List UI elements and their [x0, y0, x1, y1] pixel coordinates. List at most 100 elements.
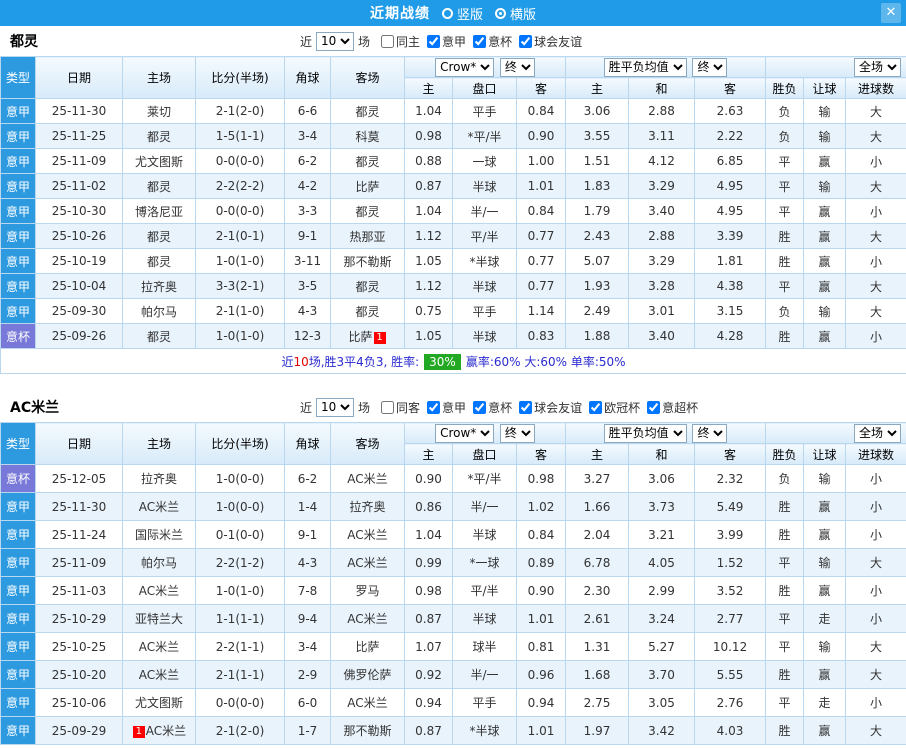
match-row: 意甲 25-11-24 国际米兰 0-1(0-0) 9-1 AC米兰 1.04 半球 0.84 2… — [0, 520, 906, 549]
result-goals: 小 — [845, 248, 906, 274]
filter-option[interactable]: 同主 — [381, 33, 420, 50]
filter-option[interactable]: 意超杯 — [647, 399, 698, 416]
filter-option[interactable]: 意甲 — [427, 33, 466, 50]
match-date: 25-11-25 — [35, 123, 123, 149]
result-goals: 小 — [845, 198, 906, 224]
filter-checkbox[interactable] — [381, 400, 395, 414]
europe-draw-odds: 3.70 — [628, 660, 696, 689]
filter-option[interactable]: 球会友谊 — [519, 399, 582, 416]
europe-draw-odds: 3.29 — [628, 248, 696, 274]
score: 2-1(2-0) — [195, 716, 285, 745]
league-badge: 意甲 — [0, 248, 36, 274]
result-handicap: 赢 — [803, 198, 847, 224]
asia-home-odds: 0.90 — [404, 464, 453, 493]
europe-away-odds: 2.63 — [694, 98, 767, 124]
asia-away-odds: 1.00 — [515, 148, 567, 174]
filter-checkbox[interactable] — [473, 34, 487, 48]
europe-draw-odds: 3.29 — [628, 173, 696, 199]
europe-odds-select[interactable]: 胜平负均值 — [603, 423, 687, 443]
filter-option[interactable]: 同客 — [381, 399, 420, 416]
corners: 3-4 — [284, 123, 331, 149]
team-label: 亚特兰大 — [134, 612, 183, 626]
corners: 6-2 — [284, 464, 331, 493]
filter-checkbox[interactable] — [589, 400, 603, 414]
europe-draw-odds: 5.27 — [628, 632, 696, 661]
filter-checkbox[interactable] — [647, 400, 661, 414]
match-date: 25-11-02 — [35, 173, 123, 199]
europe-odds-select[interactable]: 胜平负均值 — [603, 57, 687, 77]
match-count-select[interactable]: 10 — [316, 397, 355, 417]
league-badge: 意甲 — [0, 548, 36, 577]
result-goals: 大 — [845, 632, 906, 661]
filter-option[interactable]: 意杯 — [473, 399, 512, 416]
asia-away-odds: 1.01 — [515, 604, 567, 633]
match-date: 25-11-30 — [35, 492, 123, 521]
corners: 9-4 — [284, 604, 331, 633]
europe-away-odds: 1.52 — [694, 548, 767, 577]
close-icon[interactable]: ✕ — [881, 3, 901, 23]
asia-handicap: 平手 — [452, 98, 517, 124]
radio-unselected-icon[interactable] — [441, 7, 453, 19]
result-wdl: 负 — [765, 123, 805, 149]
corners: 9-1 — [284, 223, 331, 249]
filter-checkbox[interactable] — [427, 400, 441, 414]
summary-prefix: 近 — [281, 354, 294, 369]
filter-label: 意杯 — [488, 400, 513, 415]
scope-select[interactable]: 全场 — [854, 57, 902, 77]
odds-company-select[interactable]: Crow* — [435, 57, 495, 77]
filter-option[interactable]: 球会友谊 — [519, 33, 582, 50]
asia-away-odds: 0.84 — [515, 98, 567, 124]
result-goals: 大 — [845, 98, 906, 124]
radio-selected-icon[interactable] — [495, 7, 506, 19]
filters-bar: 近 10 场 同客 意甲 意杯 球会友谊 欧冠杯 意超杯 — [300, 397, 698, 417]
team-label: 拉齐奥 — [140, 472, 177, 486]
asia-handicap: 半球 — [452, 173, 517, 199]
filter-checkbox[interactable] — [427, 34, 441, 48]
match-count-select[interactable]: 10 — [316, 31, 355, 51]
team-label: 比萨 — [348, 329, 373, 344]
col-away: 客场 — [330, 422, 405, 465]
europe-away-odds: 3.39 — [694, 223, 767, 249]
home-team: 亚特兰大 — [122, 604, 196, 633]
team-label: 都灵 — [355, 104, 380, 119]
layout-vertical-option[interactable]: 竖版 — [441, 4, 483, 23]
score: 1-0(1-0) — [195, 248, 285, 274]
filter-option[interactable]: 意杯 — [473, 33, 512, 50]
match-row: 意甲 25-11-25 都灵 1-5(1-1) 3-4 科莫 0.98 *平/半 0.90 3.5… — [0, 123, 906, 149]
team-label: AC米兰 — [138, 500, 180, 514]
match-row: 意甲 25-10-30 博洛尼亚 0-0(0-0) 3-3 都灵 1.04 半/一 0.84 1.… — [0, 198, 906, 224]
match-date: 25-10-30 — [35, 198, 123, 224]
filter-option[interactable]: 欧冠杯 — [589, 399, 640, 416]
asia-final-select[interactable]: 终 — [499, 57, 535, 77]
filter-checkbox[interactable] — [519, 400, 533, 414]
layout-horizontal-option[interactable]: 横版 — [495, 4, 536, 23]
col-score: 比分(半场) — [195, 56, 285, 99]
odds-company-select[interactable]: Crow* — [435, 423, 495, 443]
near-label: 近 — [300, 400, 313, 415]
team-label: 国际米兰 — [134, 528, 183, 542]
filter-checkbox[interactable] — [381, 34, 395, 48]
team-bar: AC米兰 近 10 场 同客 意甲 意杯 球会友谊 欧冠杯 意超杯 — [0, 392, 906, 422]
result-handicap: 赢 — [803, 323, 847, 349]
team-bar: 都灵 近 10 场 同主 意甲 意杯 球会友谊 — [0, 26, 906, 56]
result-wdl: 平 — [765, 198, 805, 224]
europe-final-select[interactable]: 终 — [692, 57, 728, 77]
scope-select[interactable]: 全场 — [854, 423, 902, 443]
asia-away-odds: 0.84 — [515, 198, 567, 224]
match-date: 25-11-03 — [35, 576, 123, 605]
match-date: 25-09-29 — [35, 716, 123, 745]
europe-final-select[interactable]: 终 — [692, 423, 728, 443]
filter-checkbox[interactable] — [519, 34, 533, 48]
home-team: AC米兰 — [122, 576, 196, 605]
filter-label: 球会友谊 — [534, 400, 583, 415]
corners: 3-3 — [284, 198, 331, 224]
filter-checkbox[interactable] — [473, 400, 487, 414]
filter-option[interactable]: 意甲 — [427, 399, 466, 416]
home-team: 都灵 — [122, 123, 196, 149]
col-asia-away: 客 — [515, 77, 567, 99]
score: 2-2(1-1) — [195, 632, 285, 661]
filter-label: 意杯 — [488, 34, 513, 49]
team-label: 那不勒斯 — [343, 724, 392, 738]
asia-final-select[interactable]: 终 — [499, 423, 535, 443]
home-team: 拉齐奥 — [122, 273, 196, 299]
